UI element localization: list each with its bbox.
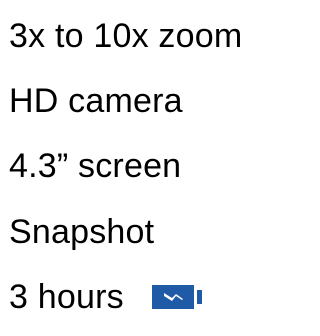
feature-item-zoom: 3x to 10x zoom <box>9 14 242 58</box>
feature-label: Snapshot <box>9 213 155 251</box>
feature-item-camera: HD camera <box>9 79 183 123</box>
battery-charging-icon <box>151 282 206 312</box>
feature-label: HD camera <box>9 82 183 120</box>
feature-item-screen: 4.3” screen <box>9 144 181 188</box>
feature-label: 3x to 10x zoom <box>9 17 243 55</box>
feature-label: 4.3” screen <box>9 147 182 185</box>
feature-item-snapshot: Snapshot <box>9 210 154 254</box>
battery-tip <box>196 290 202 304</box>
feature-item-battery: 3 hours <box>9 275 206 319</box>
feature-label: 3 hours <box>9 278 124 316</box>
